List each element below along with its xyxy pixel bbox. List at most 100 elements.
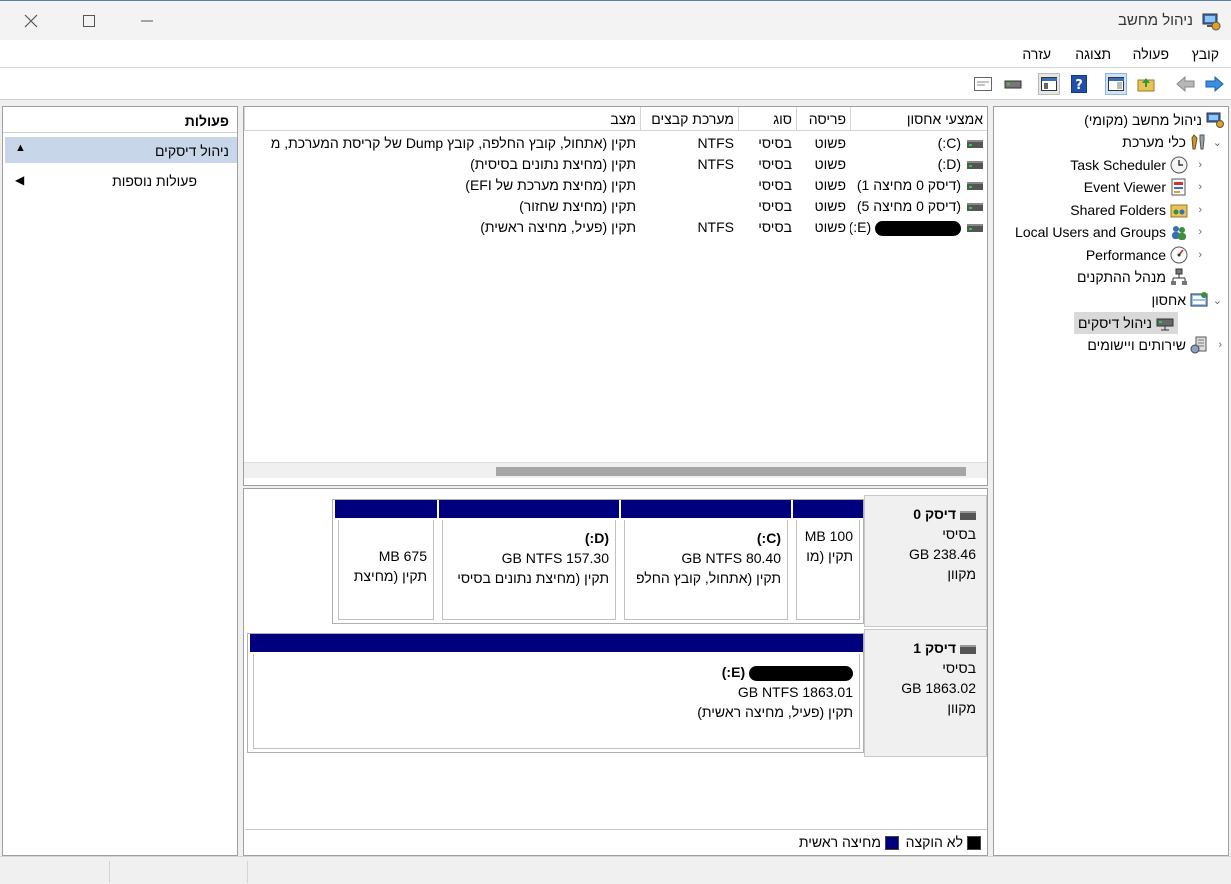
disk1-header[interactable]: דיסק 1 בסיסי 1863.02 GB מקוון	[864, 629, 987, 757]
scrollbar-thumb[interactable]	[496, 467, 966, 476]
menu-help[interactable]: עזרה	[1022, 46, 1051, 62]
partition-size: 1863.01 GB NTFS	[737, 684, 853, 700]
status-cell: תקין (מחיצת שחזור)	[519, 198, 636, 214]
tree-label: אחסון	[1151, 292, 1186, 308]
close-button[interactable]	[8, 7, 54, 35]
horizontal-scrollbar[interactable]	[244, 462, 987, 478]
actions-section-disk-management[interactable]: ניהול דיסקים ▲	[5, 137, 237, 163]
status-cell: תקין (אתחול, קובץ החלפה, קובץ Dump של קר…	[270, 135, 636, 151]
up-button[interactable]	[1135, 73, 1157, 95]
partition-size: 80.40 GB NTFS	[681, 550, 781, 566]
legend-swatch-black	[967, 836, 981, 851]
redacted-label	[875, 220, 961, 236]
chevron-left-icon[interactable]: ‹	[1198, 181, 1202, 193]
disk1-name: דיסק 1	[865, 638, 976, 658]
disk1-size: 1863.02 GB	[901, 680, 976, 696]
column-header-type[interactable]: סוג	[738, 107, 796, 131]
performance-gauge-icon	[1170, 246, 1188, 264]
partition-status: תקין (מחיצת נתונים בסיסי	[457, 570, 609, 586]
menu-view[interactable]: תצוגה	[1075, 46, 1111, 62]
show-hide-tree-icon	[1108, 77, 1124, 91]
actions-header: פעולות	[3, 107, 237, 133]
partition-status: תקין (אתחול, קובץ החלפ	[636, 570, 781, 586]
help-icon: ?	[1071, 75, 1087, 93]
tree-item-device-manager[interactable]: מנהל ההתקנים	[1077, 266, 1224, 288]
disk1-type: בסיסי	[942, 660, 976, 676]
disk0-name: דיסק 0	[865, 504, 976, 524]
minimize-icon	[141, 20, 153, 22]
volume-list: אמצעי אחסון פריסה סוג מערכת קבצים מצב (C…	[243, 106, 988, 486]
status-cell: תקין (פעיל, מחיצה ראשית)	[480, 219, 636, 235]
show-hide-tree-button[interactable]	[1105, 73, 1127, 95]
fs-cell	[640, 177, 738, 198]
tree-item-performance[interactable]: ‹ Performance	[1086, 244, 1224, 266]
properties-button[interactable]	[1038, 73, 1060, 95]
partition-efi[interactable]: 100 MB תקין (מו	[793, 500, 863, 623]
tree-item-event-viewer[interactable]: ‹ Event Viewer	[1084, 176, 1224, 198]
partition-d[interactable]: (D:) 157.30 GB NTFS תקין (מחיצת נתונים ב…	[439, 500, 619, 623]
more-actions[interactable]: פעולות נוספות ◀	[5, 169, 237, 195]
status-cell: תקין (מחיצת נתונים בסיסית)	[470, 156, 636, 172]
type-cell: בסיסי	[758, 198, 792, 214]
column-header-volume[interactable]: אמצעי אחסון	[850, 107, 987, 131]
back-button[interactable]	[1175, 73, 1197, 95]
chevron-left-icon[interactable]: ‹	[1198, 159, 1202, 171]
chevron-left-icon[interactable]: ‹	[1198, 249, 1202, 261]
column-header-status[interactable]: מצב	[244, 107, 640, 131]
chevron-down-icon[interactable]: ⌄	[1213, 294, 1222, 307]
volume-cell: (דיסק 0 מחיצה 1)	[850, 177, 987, 198]
partition-size: 100 MB	[804, 528, 853, 544]
type-cell: בסיסי	[758, 177, 792, 193]
partition-status: תקין (פעיל, מחיצה ראשית)	[697, 704, 853, 720]
maximize-button[interactable]	[66, 7, 112, 35]
tree-label: ניהול דיסקים	[1077, 315, 1152, 331]
legend-primary: מחיצה ראשית	[799, 834, 899, 851]
menu-file[interactable]: קובץ	[1192, 46, 1219, 62]
partition-c[interactable]: (C:) 80.40 GB NTFS תקין (אתחול, קובץ החל…	[621, 500, 791, 623]
partition-name: (D:)	[584, 530, 609, 546]
tree-item-storage[interactable]: ⌄ אחסון	[1152, 289, 1224, 311]
partition-size: 157.30 GB NTFS	[501, 550, 609, 566]
event-log-icon	[1171, 178, 1186, 196]
menu-bar: קובץ פעולה תצוגה עזרה	[0, 40, 1231, 68]
toolbar: ?	[0, 68, 1231, 100]
layout-cell: פשוט	[814, 177, 846, 193]
chevron-down-icon[interactable]: ⌄	[1213, 136, 1222, 149]
disk1-state: מקוון	[947, 700, 976, 716]
column-header-layout[interactable]: פריסה	[796, 107, 850, 131]
partition-recovery[interactable]: 675 MB תקין (מחיצת	[335, 500, 437, 623]
tree-item-root[interactable]: ניהול מחשב (מקומי)	[1084, 109, 1224, 131]
column-header-filesystem[interactable]: מערכת קבצים	[640, 107, 738, 131]
console-tree: ניהול מחשב (מקומי) ⌄ כלי מערכת ‹ Task Sc…	[993, 106, 1229, 856]
volume-cell: (C:)	[850, 135, 987, 156]
window-title: ניהול מחשב	[1117, 12, 1193, 29]
tree-item-services[interactable]: ‹ שירותים ויישומים	[1087, 334, 1224, 356]
partition-name: (C:)	[756, 530, 781, 546]
actions-pane: פעולות ניהול דיסקים ▲ פעולות נוספות ◀	[2, 106, 238, 856]
collapse-arrow-icon[interactable]: ▲	[15, 142, 26, 154]
maximize-icon	[83, 15, 95, 27]
partition-name: (E:)	[254, 662, 853, 682]
chevron-left-icon[interactable]: ‹	[1218, 339, 1222, 351]
services-icon	[1190, 336, 1207, 354]
actions-section-label: ניהול דיסקים	[154, 143, 229, 159]
volume-cell: (E:)	[850, 219, 987, 240]
tree-item-shared-folders[interactable]: ‹ Shared Folders	[1070, 199, 1224, 221]
chevron-left-icon[interactable]: ‹	[1198, 226, 1202, 238]
console-button[interactable]	[972, 73, 994, 95]
menu-action[interactable]: פעולה	[1133, 46, 1169, 62]
minimize-button[interactable]	[124, 7, 170, 35]
tree-item-disk-management[interactable]: ניהול דיסקים	[1073, 312, 1178, 334]
chevron-left-icon[interactable]: ‹	[1198, 204, 1202, 216]
disk0-header[interactable]: דיסק 0 בסיסי 238.46 GB מקוון	[864, 495, 987, 627]
tree-item-system-tools[interactable]: ⌄ כלי מערכת	[1122, 131, 1224, 153]
help-button[interactable]: ?	[1068, 73, 1090, 95]
partition-e[interactable]: (E:) 1863.01 GB NTFS תקין (פעיל, מחיצה ר…	[250, 634, 863, 752]
forward-button[interactable]	[1203, 73, 1225, 95]
shared-folder-icon	[1170, 204, 1188, 218]
tree-item-task-scheduler[interactable]: ‹ Task Scheduler	[1070, 154, 1224, 176]
partition-bar	[621, 500, 791, 518]
disk-view-button[interactable]	[1002, 73, 1024, 95]
tree-item-local-users[interactable]: ‹ Local Users and Groups	[1015, 221, 1224, 243]
layout-cell: פשוט	[814, 198, 846, 214]
